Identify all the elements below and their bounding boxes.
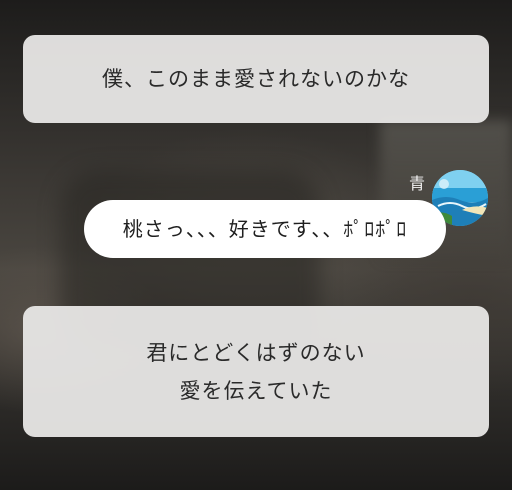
narration-line-2: 愛を伝えていた [179,378,333,403]
message-text: 桃さっ、、、好きです、、ﾎﾟﾛﾎﾟﾛ [122,217,408,241]
narration-card-top: 僕、このまま愛されないのかな [23,35,489,123]
narration-line-1: 君にとどくはずのない [146,340,366,365]
narration-card-bottom: 君にとどくはずのない 愛を伝えていた [23,306,489,437]
message-bubble[interactable]: 桃さっ、、、好きです、、ﾎﾟﾛﾎﾟﾛ [84,200,446,258]
sender-name: 青 [408,174,425,193]
narration-text-top: 僕、このまま愛されないのかな [102,67,410,91]
